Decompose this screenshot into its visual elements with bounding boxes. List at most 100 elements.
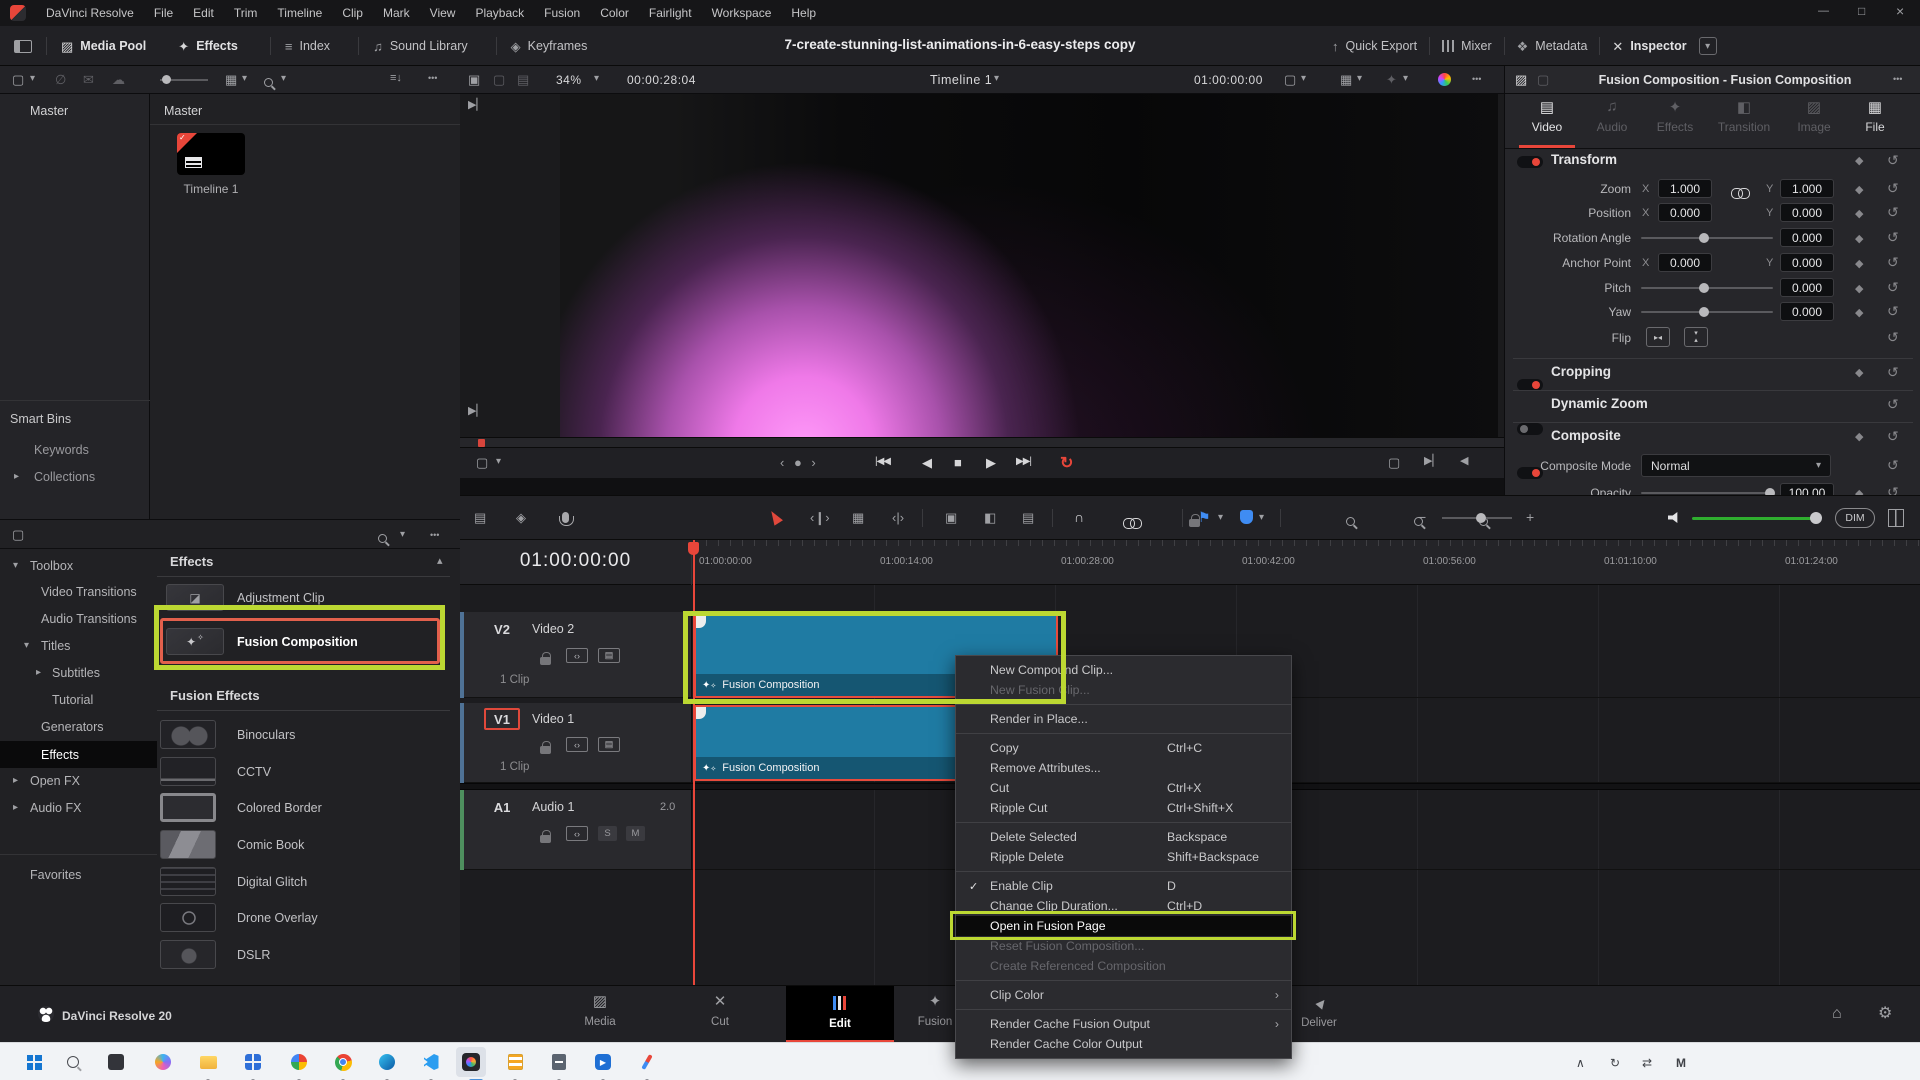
voiceover-mic-icon[interactable] (562, 512, 569, 523)
zoom-y-field[interactable]: 1.000 (1780, 179, 1834, 198)
viewer-scrub-bar[interactable] (460, 437, 1504, 448)
yaw-slider-handle[interactable] (1699, 307, 1709, 317)
quick-export-button[interactable]: ↑Quick Export (1332, 39, 1417, 53)
track-v1-chip[interactable]: V1 (484, 708, 520, 730)
taskbar-app-icon-5[interactable] (544, 1047, 574, 1077)
menu-fusion[interactable]: Fusion (544, 6, 580, 20)
zoom-reset-icon[interactable]: ↺ (1887, 180, 1899, 197)
comment-icon[interactable]: ✉ (83, 73, 94, 86)
volume-slider[interactable] (1692, 517, 1818, 520)
menu-item-delete-selected[interactable]: Delete SelectedBackspace (956, 827, 1291, 847)
menu-item-ripple-cut[interactable]: Ripple CutCtrl+Shift+X (956, 798, 1291, 818)
taskbar-vscode-icon[interactable] (416, 1047, 446, 1077)
viewer-more-icon[interactable]: ••• (1472, 75, 1481, 84)
scrub-playhead[interactable] (478, 439, 485, 447)
page-edit-active-tile[interactable]: Edit (786, 986, 894, 1043)
taskbar-media-player-icon[interactable]: ▶ (588, 1047, 618, 1077)
speaker-icon[interactable] (1668, 512, 1681, 523)
viewer-crop-caret-icon[interactable]: ▾ (496, 457, 501, 467)
timeline-keyframes-icon[interactable]: ◈ (516, 511, 526, 524)
track-header-v2[interactable]: V2 Video 2 ‹› ▤ 1 Clip (460, 612, 692, 698)
tab-audio[interactable]: ♫Audio (1582, 98, 1642, 134)
metadata-button[interactable]: ❖Metadata (1517, 39, 1588, 53)
effect-fusion-composition[interactable]: ✦✧ Fusion Composition (157, 623, 453, 661)
menu-item-enable-clip[interactable]: ✓Enable ClipD (956, 876, 1291, 896)
fx-tree-generators[interactable]: Generators (0, 714, 157, 740)
yaw-field[interactable]: 0.000 (1780, 302, 1834, 321)
track-header-v1[interactable]: V1 Video 1 ‹› ▤ 1 Clip (460, 703, 692, 783)
anchor-x-field[interactable]: 0.000 (1658, 253, 1712, 272)
single-viewer-icon[interactable]: ▣ (468, 73, 480, 86)
effect-adjustment-clip[interactable]: ◪ Adjustment Clip (157, 582, 453, 614)
keyframes-button[interactable]: ◈Keyframes (511, 39, 588, 53)
menu-item-copy[interactable]: CopyCtrl+C (956, 738, 1291, 758)
clip-handle[interactable] (696, 616, 706, 628)
tray-show-hidden-icon[interactable]: ∧ (1576, 1056, 1585, 1070)
page-media[interactable]: ▨Media (570, 994, 630, 1028)
dim-button[interactable]: DIM (1835, 508, 1875, 528)
taskbar-edge-icon[interactable] (372, 1047, 402, 1077)
marker-caret-icon[interactable]: ▾ (1259, 513, 1264, 523)
anchor-keyframe-icon[interactable]: ◆ (1855, 257, 1863, 270)
menu-item-change-clip-duration[interactable]: Change Clip Duration...Ctrl+D (956, 896, 1291, 916)
selection-tool-icon[interactable] (767, 508, 783, 525)
flip-horizontal-button[interactable]: ▸◂ (1646, 327, 1670, 347)
fx-tree-tutorial[interactable]: Tutorial (0, 687, 157, 713)
replace-clip-icon[interactable]: ▤ (1022, 511, 1034, 524)
snapping-icon[interactable]: ∩ (1074, 510, 1084, 524)
playhead-marker[interactable] (688, 542, 699, 555)
insert-clip-icon[interactable]: ▣ (945, 511, 957, 524)
grid-view-caret-icon[interactable]: ▾ (242, 74, 247, 84)
multicam-icon[interactable]: ▤ (517, 73, 529, 86)
rotation-keyframe-icon[interactable]: ◆ (1855, 232, 1863, 245)
zoom-x-field[interactable]: 1.000 (1658, 179, 1712, 198)
tray-language-icon[interactable]: ⇄ (1642, 1056, 1652, 1070)
yaw-reset-icon[interactable]: ↺ (1887, 303, 1899, 320)
menu-item-render-cache-color-output[interactable]: Render Cache Color Output (956, 1034, 1291, 1054)
taskbar-davinci-resolve-icon[interactable] (456, 1047, 486, 1077)
menu-help[interactable]: Help (791, 6, 816, 20)
tab-file[interactable]: ▦File (1845, 98, 1905, 134)
transform-title[interactable]: Transform (1551, 152, 1617, 167)
effect-drone-overlay[interactable]: Drone Overlay (157, 901, 453, 934)
track-a1-lock-icon[interactable] (540, 835, 551, 843)
effects-search-caret-icon[interactable]: ▾ (400, 530, 405, 540)
clip-inspector-icon[interactable]: ▨ (1515, 73, 1527, 86)
composite-keyframe-icon[interactable]: ◆ (1855, 430, 1863, 443)
timeline-view-options-icon[interactable]: ▤ (474, 511, 486, 524)
menu-timeline[interactable]: Timeline (277, 6, 322, 20)
volume-handle[interactable] (1810, 512, 1822, 524)
menu-playback[interactable]: Playback (475, 6, 524, 20)
dynamic-zoom-title[interactable]: Dynamic Zoom (1551, 396, 1648, 411)
linked-selection-icon[interactable] (1123, 518, 1140, 527)
sort-icon[interactable]: ≡↓ (390, 73, 402, 84)
step-back-button[interactable]: ◀ (922, 456, 932, 469)
trim-edit-icon[interactable]: ‹❙› (810, 511, 830, 524)
composite-mode-reset-icon[interactable]: ↺ (1887, 457, 1899, 474)
menu-trim[interactable]: Trim (234, 6, 258, 20)
tab-transition[interactable]: ◧Transition (1714, 98, 1774, 134)
playhead-line[interactable] (693, 540, 695, 985)
page-deliver[interactable]: ▲Deliver (1289, 994, 1349, 1029)
fx-tree-audio-fx[interactable]: ▸Audio FX (0, 795, 157, 821)
cropping-keyframe-icon[interactable]: ◆ (1855, 366, 1863, 379)
composite-mode-dropdown[interactable]: Normal▾ (1641, 454, 1831, 477)
overlay-icon[interactable]: ✦ (1386, 73, 1397, 86)
split-viewer-icon[interactable]: ▢ (493, 73, 505, 86)
bin-view-caret-icon[interactable]: ▾ (30, 74, 35, 84)
taskbar-pen-tool-icon[interactable] (632, 1047, 662, 1077)
effect-colored-border[interactable]: Colored Border (157, 791, 453, 824)
taskbar-explorer-icon[interactable] (193, 1047, 223, 1077)
taskbar-app-icon-2[interactable] (238, 1047, 268, 1077)
timeline-name-caret-icon[interactable]: ▾ (994, 74, 999, 84)
track-a1-autoselect-icon[interactable]: ‹› (566, 826, 588, 841)
effects-button[interactable]: ✦Effects (178, 39, 238, 53)
zoom-caret-icon[interactable]: ▾ (594, 74, 599, 84)
display-mode-caret-icon[interactable]: ▾ (1357, 74, 1362, 84)
pitch-field[interactable]: 0.000 (1780, 278, 1834, 297)
flag-caret-icon[interactable]: ▾ (1218, 513, 1223, 523)
menu-item-cut[interactable]: CutCtrl+X (956, 778, 1291, 798)
first-frame-button[interactable]: |◀◀ (875, 457, 890, 467)
anchor-y-field[interactable]: 0.000 (1780, 253, 1834, 272)
settings-gear-icon[interactable]: ⚙ (1878, 1006, 1892, 1022)
